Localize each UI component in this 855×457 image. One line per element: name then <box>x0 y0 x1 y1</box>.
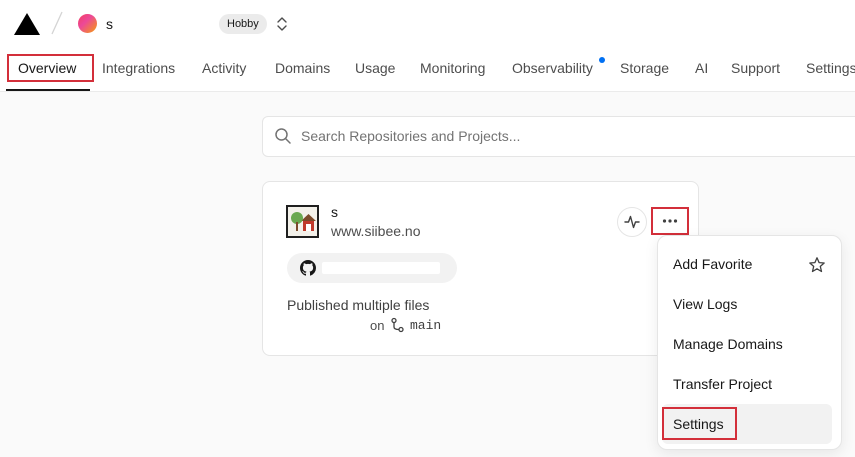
menu-item-transfer-project[interactable]: Transfer Project <box>662 366 832 402</box>
breadcrumb-slash-icon <box>51 11 63 35</box>
top-header <box>0 0 855 92</box>
repository-name-redacted <box>322 262 440 274</box>
chevron-up-down-icon[interactable] <box>275 15 289 33</box>
commit-message: Published multiple files <box>287 297 430 313</box>
tab-observability[interactable]: Observability <box>512 60 593 76</box>
search-icon <box>275 128 291 144</box>
commit-time-redacted <box>287 318 365 332</box>
more-horizontal-icon <box>662 219 678 223</box>
tab-monitoring[interactable]: Monitoring <box>420 60 485 76</box>
commit-prefix: on <box>370 318 385 333</box>
search-input[interactable] <box>301 126 821 146</box>
tab-support[interactable]: Support <box>731 60 780 76</box>
active-tab-indicator <box>6 89 90 91</box>
team-avatar[interactable] <box>78 14 97 33</box>
vercel-logo-icon[interactable] <box>14 13 40 35</box>
project-name[interactable]: s <box>331 204 338 220</box>
git-branch-icon <box>391 317 404 333</box>
notification-dot <box>599 57 605 63</box>
project-thumbnail[interactable] <box>286 205 319 238</box>
team-name-redacted <box>118 17 210 31</box>
tab-settings[interactable]: Settings <box>806 60 855 76</box>
menu-item-label: Add Favorite <box>673 256 753 272</box>
tab-activity[interactable]: Activity <box>202 60 246 76</box>
menu-item-manage-domains[interactable]: Manage Domains <box>662 326 832 362</box>
more-options-button[interactable] <box>655 209 685 233</box>
menu-item-label: View Logs <box>673 296 738 312</box>
tab-ai[interactable]: AI <box>695 60 708 76</box>
branch-name[interactable]: main <box>410 318 441 333</box>
menu-item-label: Settings <box>673 416 724 432</box>
project-url[interactable]: www.siibee.no <box>331 223 421 239</box>
plan-badge: Hobby <box>219 14 267 34</box>
tab-overview[interactable]: Overview <box>18 60 76 76</box>
menu-item-settings[interactable]: Settings <box>662 404 832 444</box>
github-icon <box>300 260 316 276</box>
tab-usage[interactable]: Usage <box>355 60 395 76</box>
activity-icon <box>624 215 640 229</box>
menu-item-label: Manage Domains <box>673 336 783 352</box>
activity-button[interactable] <box>617 207 647 237</box>
tab-storage[interactable]: Storage <box>620 60 669 76</box>
tab-domains[interactable]: Domains <box>275 60 330 76</box>
project-favicon-icon <box>288 207 317 236</box>
menu-item-add-favorite[interactable]: Add Favorite <box>662 246 832 282</box>
menu-item-view-logs[interactable]: View Logs <box>662 286 832 322</box>
tab-integrations[interactable]: Integrations <box>102 60 175 76</box>
menu-item-label: Transfer Project <box>673 376 773 392</box>
star-icon[interactable] <box>808 256 826 274</box>
team-name[interactable]: s <box>106 16 113 32</box>
